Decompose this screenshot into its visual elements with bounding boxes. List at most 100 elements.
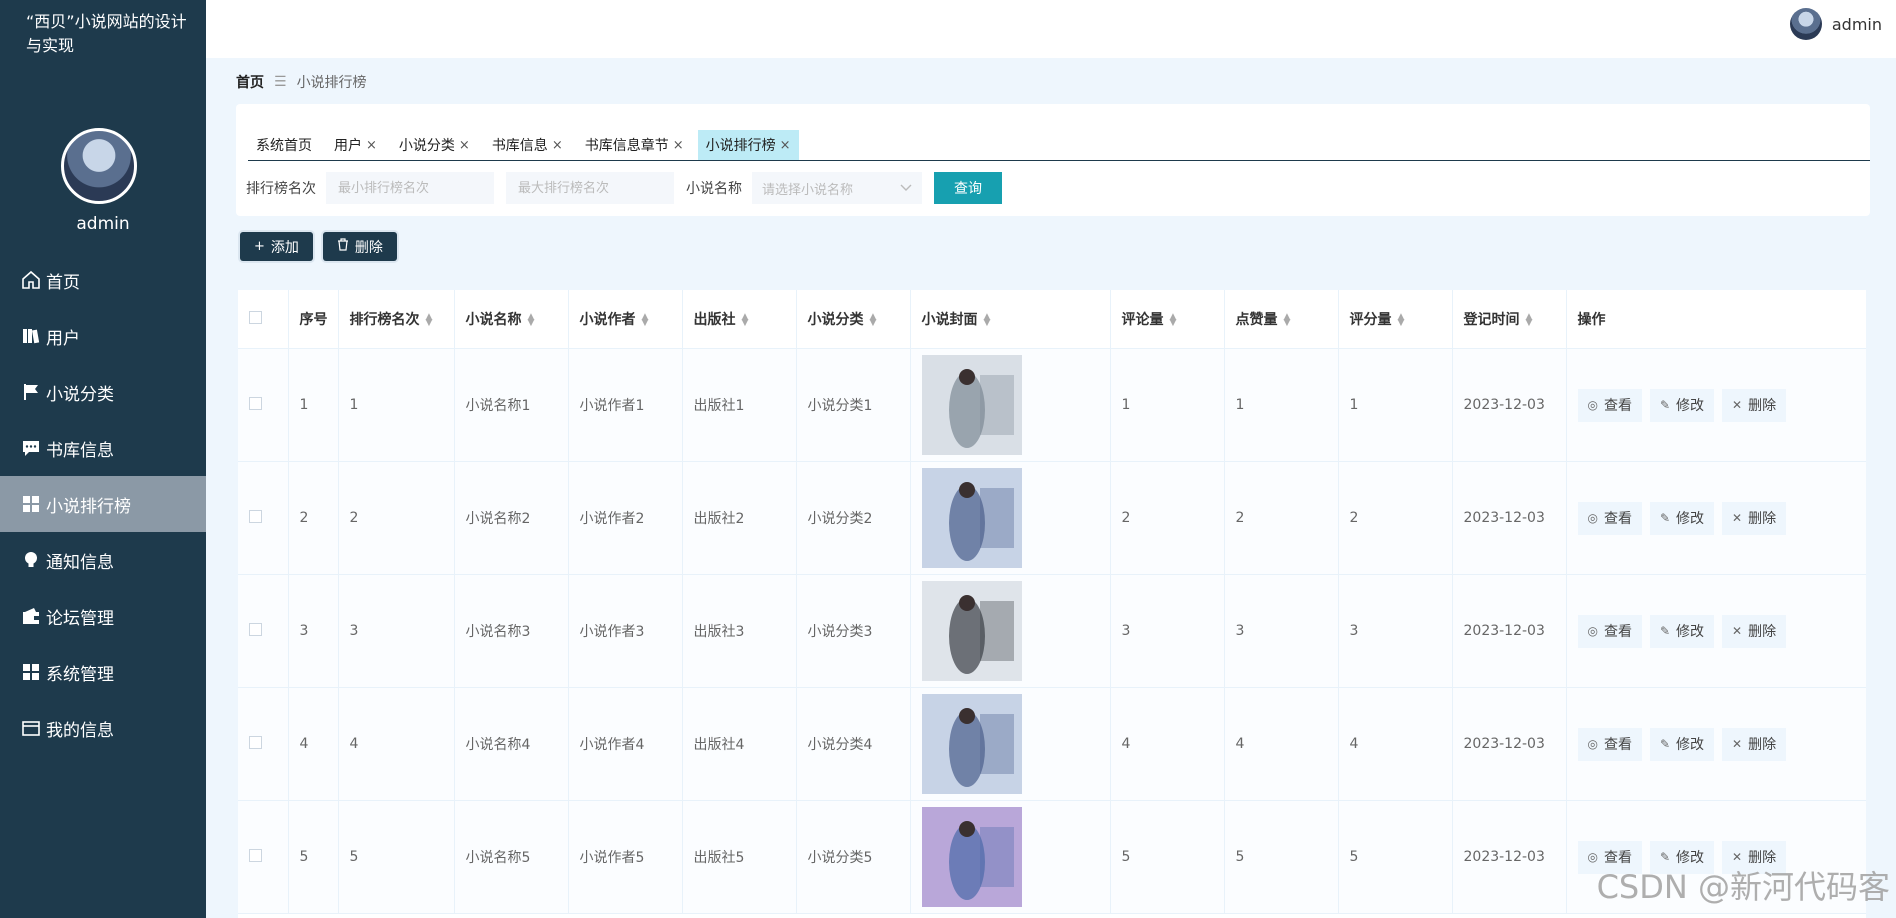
- delete-button[interactable]: 删除: [322, 232, 397, 261]
- sidebar-item-users[interactable]: 用户: [0, 308, 206, 364]
- tab-library-chapter[interactable]: 书库信息章节 ×: [576, 130, 692, 160]
- row-delete-button[interactable]: ✕ 删除: [1722, 614, 1787, 648]
- sidebar-menu: 首页 用户 小说分类 书库信息 小说排行榜 通知信息 论坛管理 系统管理 我的信…: [0, 252, 206, 756]
- sort-icon[interactable]: ▲ ▼: [870, 313, 877, 328]
- view-button[interactable]: ◎ 查看: [1577, 501, 1642, 535]
- row-checkbox[interactable]: [249, 848, 262, 862]
- button-label: 删除: [1748, 624, 1777, 640]
- row-checkbox[interactable]: [249, 622, 262, 636]
- sort-icon[interactable]: ▲ ▼: [528, 313, 535, 328]
- edit-button[interactable]: ✎ 修改: [1649, 388, 1715, 422]
- view-button[interactable]: ◎ 查看: [1577, 614, 1642, 648]
- breadcrumb-home[interactable]: 首页: [236, 72, 264, 92]
- sort-icon[interactable]: ▲ ▼: [984, 313, 991, 328]
- novel-name-select[interactable]: 请选择小说名称: [752, 172, 922, 204]
- user-menu[interactable]: admin: [1789, 8, 1882, 40]
- cell-index: 1: [288, 348, 339, 462]
- column-header[interactable]: 评论量 ▲ ▼: [1110, 290, 1225, 349]
- sort-icon[interactable]: ▲ ▼: [1526, 313, 1533, 328]
- close-icon[interactable]: ×: [780, 138, 791, 153]
- cell-category: 小说分类5: [796, 800, 911, 914]
- cell-publisher: 出版社2: [682, 461, 797, 575]
- select-placeholder: 请选择小说名称: [762, 182, 854, 198]
- min-rank-input[interactable]: [326, 172, 494, 204]
- column-header[interactable]: 小说分类 ▲ ▼: [796, 290, 911, 349]
- table-row: 4 4 小说名称4 小说作者4 出版社4 小说分类4 4 4 4 2023-12-03 ◎ 查看 ✎ 修改…: [238, 687, 1866, 801]
- close-icon[interactable]: ×: [552, 138, 563, 153]
- cover-cell: [910, 461, 1111, 575]
- grid-icon: [20, 493, 42, 515]
- cell-publisher: 出版社4: [682, 687, 797, 801]
- add-label: 添加: [270, 239, 299, 256]
- cell-author: 小说作者4: [568, 687, 683, 801]
- sort-icon[interactable]: ▲ ▼: [642, 313, 649, 328]
- cell-rank: 5: [338, 800, 455, 914]
- tab-novel-category[interactable]: 小说分类 ×: [390, 130, 478, 160]
- edit-button[interactable]: ✎ 修改: [1649, 501, 1715, 535]
- row-delete-button[interactable]: ✕ 删除: [1722, 388, 1787, 422]
- sidebar-item-system[interactable]: 系统管理: [0, 644, 206, 700]
- close-icon[interactable]: ×: [459, 138, 470, 153]
- cell-publisher: 出版社3: [682, 574, 797, 688]
- sidebar-item-ranking[interactable]: 小说排行榜: [0, 476, 206, 532]
- column-header[interactable]: 小说名称 ▲ ▼: [454, 290, 569, 349]
- sort-icon[interactable]: ▲ ▼: [1284, 313, 1291, 328]
- select-all-checkbox[interactable]: [249, 310, 262, 324]
- avatar[interactable]: [61, 128, 137, 204]
- top-bar: admin: [206, 0, 1896, 58]
- column-header[interactable]: 排行榜名次 ▲ ▼: [338, 290, 455, 349]
- button-label: 删除: [1748, 398, 1777, 414]
- avatar[interactable]: [1789, 8, 1822, 40]
- sort-icon[interactable]: ▲ ▼: [426, 313, 433, 328]
- sort-icon[interactable]: ▲ ▼: [742, 313, 749, 328]
- book-icon: [20, 325, 42, 347]
- tab-label: 用户: [334, 138, 362, 154]
- add-button[interactable]: + 添加: [240, 232, 313, 261]
- column-header[interactable]: 登记时间 ▲ ▼: [1452, 290, 1567, 349]
- button-label: 修改: [1676, 511, 1705, 527]
- row-checkbox[interactable]: [249, 396, 262, 410]
- tab-system-home[interactable]: 系统首页: [248, 130, 320, 160]
- row-checkbox[interactable]: [249, 735, 262, 749]
- edit-button[interactable]: ✎ 修改: [1649, 614, 1715, 648]
- column-header[interactable]: 出版社 ▲ ▼: [682, 290, 797, 349]
- view-button[interactable]: ◎ 查看: [1577, 727, 1642, 761]
- close-icon[interactable]: ×: [366, 138, 377, 153]
- sidebar-item-library[interactable]: 书库信息: [0, 420, 206, 476]
- cover-cell: [910, 348, 1111, 462]
- bulb-icon: [20, 549, 42, 571]
- eye-icon: ◎: [1587, 624, 1598, 638]
- column-header[interactable]: 点赞量 ▲ ▼: [1224, 290, 1339, 349]
- sidebar-item-label: 用户: [46, 328, 80, 349]
- sidebar-item-novel-category[interactable]: 小说分类: [0, 364, 206, 420]
- query-button[interactable]: 查询: [934, 172, 1002, 204]
- row-delete-button[interactable]: ✕ 删除: [1722, 501, 1787, 535]
- cell-comments: 2: [1110, 461, 1225, 575]
- column-header[interactable]: 小说封面 ▲ ▼: [910, 290, 1111, 349]
- button-label: 修改: [1676, 624, 1705, 640]
- tab-ranking[interactable]: 小说排行榜 ×: [697, 130, 799, 160]
- sort-icon[interactable]: ▲ ▼: [1398, 313, 1405, 328]
- button-label: 修改: [1676, 737, 1705, 753]
- tab-library[interactable]: 书库信息 ×: [483, 130, 571, 160]
- column-header[interactable]: 小说作者 ▲ ▼: [568, 290, 683, 349]
- sidebar-item-forum[interactable]: 论坛管理: [0, 588, 206, 644]
- row-select-cell: [238, 461, 289, 575]
- row-delete-button[interactable]: ✕ 删除: [1722, 727, 1787, 761]
- close-icon[interactable]: ×: [673, 138, 684, 153]
- sort-icon[interactable]: ▲ ▼: [1170, 313, 1177, 328]
- row-checkbox[interactable]: [249, 509, 262, 523]
- cell-index: 2: [288, 461, 339, 575]
- tab-users[interactable]: 用户 ×: [326, 130, 385, 160]
- max-rank-input[interactable]: [506, 172, 674, 204]
- sidebar-item-my-info[interactable]: 我的信息: [0, 700, 206, 756]
- column-header[interactable]: 评分量 ▲ ▼: [1338, 290, 1453, 349]
- sidebar-item-label: 论坛管理: [46, 608, 114, 629]
- view-button[interactable]: ◎ 查看: [1577, 388, 1642, 422]
- edit-button[interactable]: ✎ 修改: [1649, 727, 1715, 761]
- rank-filter-label: 排行榜名次: [246, 181, 316, 197]
- cell-ratings: 3: [1338, 574, 1453, 688]
- cell-category: 小说分类1: [796, 348, 911, 462]
- sidebar-item-notice[interactable]: 通知信息: [0, 532, 206, 588]
- sidebar-item-home[interactable]: 首页: [0, 252, 206, 308]
